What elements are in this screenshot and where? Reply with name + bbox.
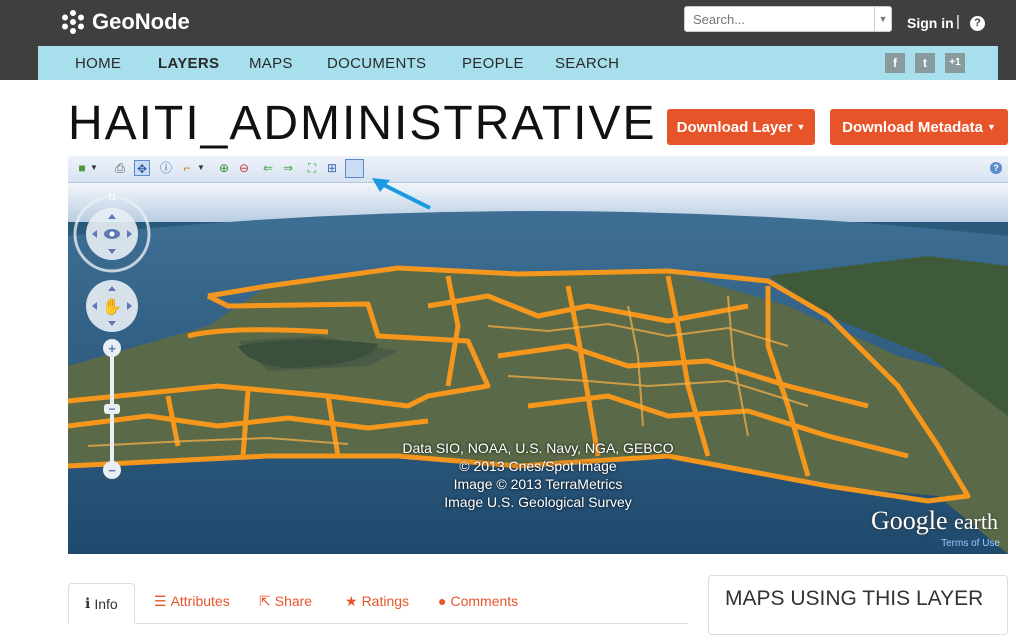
pointer-arrow-icon bbox=[372, 178, 431, 210]
download-layer-button[interactable]: Download Layer ▼ bbox=[667, 109, 815, 145]
download-layer-label: Download Layer bbox=[676, 118, 793, 136]
share-icon: ⇱ bbox=[259, 592, 271, 609]
pan-icon[interactable]: ✥ bbox=[134, 160, 150, 176]
nav-documents[interactable]: DOCUMENTS bbox=[327, 55, 426, 72]
caret-down-icon: ▼ bbox=[796, 122, 806, 132]
tab-label: Comments bbox=[450, 593, 519, 609]
attribution-line: © 2013 Cnes/Spot Image bbox=[459, 458, 617, 474]
google-word: Google bbox=[870, 506, 948, 535]
nav-search[interactable]: SEARCH bbox=[555, 55, 619, 72]
hand-icon: ✋ bbox=[102, 297, 122, 316]
zoom-in-icon[interactable]: ⊕ bbox=[216, 160, 232, 176]
help-icon[interactable]: ? bbox=[970, 16, 985, 31]
search-dropdown-icon[interactable]: ▼ bbox=[874, 7, 891, 31]
main-nav: HOME LAYERS MAPS DOCUMENTS PEOPLE SEARCH… bbox=[38, 46, 998, 80]
map-toolbar: ■ ▼ ⎙ ✥ ⓘ ⌐ ▼ ⊕ ⊖ ⇐ ⇒ ⛶ ⊞ ? bbox=[68, 156, 1008, 183]
tab-comments[interactable]: ● Comments bbox=[422, 583, 534, 619]
google-earth-icon[interactable] bbox=[345, 159, 364, 178]
tab-share[interactable]: ⇱ Share bbox=[243, 583, 328, 619]
panel-title: MAPS USING THIS LAYER bbox=[725, 587, 984, 610]
comment-icon: ● bbox=[438, 593, 447, 609]
zoom-extent-icon[interactable]: ⛶ bbox=[304, 160, 320, 176]
tab-label: Ratings bbox=[361, 593, 410, 609]
map-viewer[interactable]: ■ ▼ ⎙ ✥ ⓘ ⌐ ▼ ⊕ ⊖ ⇐ ⇒ ⛶ ⊞ ? N ✋ + − − Da… bbox=[68, 156, 1008, 554]
nav-maps[interactable]: MAPS bbox=[249, 55, 293, 72]
list-icon: ☰ bbox=[154, 592, 167, 609]
attribution-line: Image © 2013 TerraMetrics bbox=[453, 476, 623, 492]
layer-tabs: ℹ Info ☰ Attributes ⇱ Share ★ Ratings ● … bbox=[68, 583, 688, 624]
google-plus-icon[interactable]: +1 bbox=[945, 53, 965, 73]
brand-name: GeoNode bbox=[92, 9, 190, 34]
facebook-icon[interactable]: f bbox=[885, 53, 905, 73]
terms-of-use-link[interactable]: Terms of Use bbox=[941, 538, 1000, 549]
attribution-line: Image U.S. Geological Survey bbox=[444, 494, 632, 510]
tab-label: Info bbox=[94, 595, 118, 612]
google-earth-logo: Google earth bbox=[871, 506, 998, 536]
page-title: HAITI_ADMINISTRATIVE bbox=[68, 97, 657, 150]
print-icon[interactable]: ⎙ bbox=[112, 160, 128, 176]
svg-text:+: + bbox=[108, 341, 116, 356]
info-icon[interactable]: ⓘ bbox=[158, 160, 174, 176]
back-arrow-icon[interactable]: ⇐ bbox=[260, 160, 276, 176]
sign-in-link[interactable]: Sign in bbox=[907, 15, 954, 31]
nav-people[interactable]: PEOPLE bbox=[462, 55, 524, 72]
caret-down-icon: ▼ bbox=[986, 122, 996, 132]
info-icon: ℹ bbox=[85, 595, 91, 611]
tab-label: Attributes bbox=[170, 593, 230, 609]
twitter-icon[interactable]: t bbox=[915, 53, 935, 73]
svg-text:−: − bbox=[108, 402, 115, 416]
map-help-icon[interactable]: ? bbox=[990, 162, 1002, 174]
attribution-line: Data SIO, NOAA, U.S. Navy, NGA, GEBCO bbox=[402, 440, 674, 456]
download-metadata-label: Download Metadata bbox=[842, 118, 983, 136]
nav-home[interactable]: HOME bbox=[75, 55, 121, 72]
nav-layers[interactable]: LAYERS bbox=[158, 55, 219, 72]
earth-word: earth bbox=[954, 509, 998, 534]
chevron-down-icon[interactable]: ▼ bbox=[86, 160, 102, 176]
search-input[interactable] bbox=[685, 7, 881, 31]
grid-icon[interactable]: ⊞ bbox=[324, 160, 340, 176]
search-box[interactable]: ▼ bbox=[684, 6, 892, 32]
forward-arrow-icon[interactable]: ⇒ bbox=[280, 160, 296, 176]
chevron-down-icon[interactable]: ▼ bbox=[193, 160, 209, 176]
star-icon: ★ bbox=[345, 592, 358, 609]
tab-info[interactable]: ℹ Info bbox=[68, 583, 135, 624]
zoom-out-icon[interactable]: ⊖ bbox=[236, 160, 252, 176]
geonode-logo[interactable]: GeoNode bbox=[60, 9, 190, 35]
tab-attributes[interactable]: ☰ Attributes bbox=[138, 583, 246, 619]
tab-ratings[interactable]: ★ Ratings bbox=[329, 583, 425, 619]
header-separator: | bbox=[956, 13, 960, 30]
snowflake-icon bbox=[62, 10, 84, 34]
tab-label: Share bbox=[274, 593, 313, 609]
maps-using-layer-panel: MAPS USING THIS LAYER bbox=[708, 575, 1008, 635]
download-metadata-button[interactable]: Download Metadata ▼ bbox=[830, 109, 1008, 145]
